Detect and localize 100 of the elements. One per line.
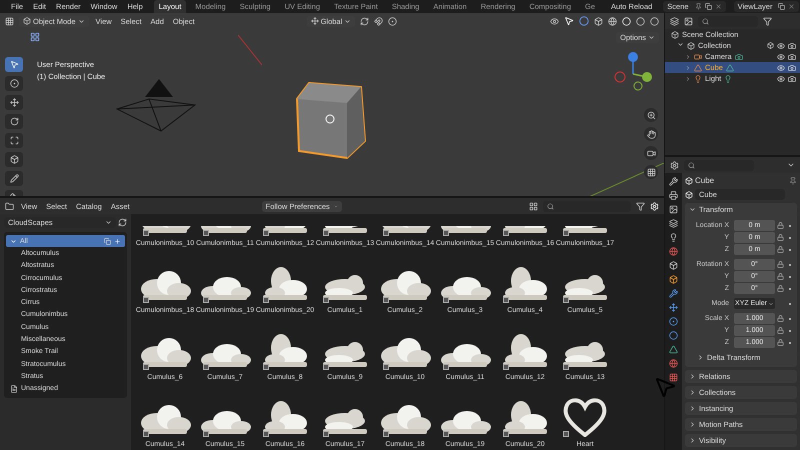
camera-data-icon[interactable] [734,52,743,60]
refresh-icon[interactable] [118,218,127,227]
modifier-tab-icon[interactable] [669,289,678,298]
rendered-shading-icon[interactable] [650,16,659,26]
grid-icon[interactable] [646,168,656,176]
lock-icon[interactable] [777,273,784,280]
material-shading-icon[interactable] [636,16,645,26]
zoom-icon[interactable] [646,110,656,120]
wireframe-shading-icon[interactable] [608,16,617,26]
proportional-icon[interactable] [388,16,398,26]
x-axis-line [238,35,262,65]
mouse-pointer-icon [653,375,677,399]
annotate-tool-icon[interactable] [10,174,18,183]
scale-tool-icon[interactable] [10,136,18,145]
lock-icon[interactable] [777,315,784,322]
selection-mode-icon[interactable] [30,32,40,42]
lock-icon[interactable] [777,222,784,229]
render-icon[interactable] [788,52,796,60]
render-tab-icon[interactable] [669,191,678,200]
cursor-tool-icon[interactable] [10,79,18,88]
rotate-tool-icon[interactable] [10,117,18,126]
object-tab-icon[interactable] [669,275,678,284]
render-icon[interactable] [788,64,796,72]
editor-type-icon[interactable] [5,16,14,26]
eye-icon[interactable] [777,52,785,60]
light-data-icon[interactable] [724,74,732,82]
object-type-icon [143,364,149,370]
camera-icon[interactable] [694,52,702,60]
editor-type-icon[interactable] [5,202,14,210]
object-icon[interactable] [23,17,31,25]
editor-type-icon[interactable] [670,16,679,26]
view-layer-tab-icon[interactable] [669,219,678,228]
filter-icon[interactable] [763,16,772,26]
mesh-icon[interactable] [694,64,702,72]
pivot-icon[interactable] [360,16,370,26]
overlay-icon[interactable] [579,16,589,26]
object-type-icon [323,431,329,437]
world-tab-icon[interactable] [669,247,678,256]
pin-icon[interactable] [789,176,797,184]
lock-icon[interactable] [777,327,784,334]
editor-type-icon[interactable] [670,160,679,170]
close-icon[interactable] [788,3,796,10]
chevron-icon[interactable] [648,34,655,40]
transform-tool-icon[interactable] [10,155,18,164]
search-field[interactable] [543,200,631,212]
camera-view-icon[interactable] [646,148,656,158]
material-tab-icon[interactable] [669,359,678,368]
display-mode-icon[interactable] [684,16,693,26]
eye-icon[interactable] [777,42,785,50]
mesh-data-icon[interactable] [726,64,734,72]
constraints-tab-icon[interactable] [669,331,678,340]
data-tab-icon[interactable] [669,345,678,354]
visibility-icon[interactable] [550,16,559,26]
move-tool-icon[interactable] [10,98,18,107]
gizmo-toggle-icon[interactable] [564,16,574,26]
filter-icon[interactable] [636,202,645,210]
xray-icon[interactable] [594,16,603,26]
collection-icon [671,30,679,38]
tool-tab-icon[interactable] [669,177,678,186]
collection-tab-icon[interactable] [669,261,678,270]
new-catalog-icon[interactable] [104,238,111,245]
eye-icon[interactable] [777,64,785,72]
texture-tab-icon[interactable] [669,373,678,382]
lock-icon[interactable] [777,234,784,241]
close-icon[interactable] [714,3,722,10]
lock-icon[interactable] [777,339,784,346]
object-type-icon [503,230,509,236]
copy-icon[interactable] [704,3,712,10]
copy-icon[interactable] [778,3,786,10]
select-tool-icon[interactable] [10,60,18,69]
lock-icon[interactable] [777,285,784,292]
object-type-icon [563,297,569,303]
display-mode-icon[interactable] [529,202,538,210]
eye-icon[interactable] [777,74,785,82]
physics-tab-icon[interactable] [669,317,678,326]
render-icon[interactable] [788,42,796,50]
outliner-search-field[interactable] [698,16,758,26]
lock-icon[interactable] [777,246,784,253]
solid-shading-icon[interactable] [622,16,631,26]
chevron-icon[interactable] [78,18,85,24]
chevron-icon[interactable] [105,219,112,226]
pan-hand-icon[interactable] [646,130,656,138]
chevron-icon[interactable] [344,18,352,24]
dropdown-icon[interactable] [787,161,795,169]
settings-icon[interactable] [650,202,659,210]
lock-icon[interactable] [777,261,784,268]
particles-tab-icon[interactable] [669,303,678,312]
output-tab-icon[interactable] [669,205,678,214]
snap-icon[interactable] [374,16,384,26]
object-title: Cube [695,176,714,185]
cube-drawing[interactable] [295,81,369,161]
pin-icon[interactable] [694,3,702,10]
scene-tab-icon[interactable] [669,233,678,242]
checkbox-icon[interactable] [767,42,774,49]
add-icon[interactable] [114,238,121,245]
light-icon[interactable] [694,74,702,82]
properties-search-field[interactable] [684,160,754,170]
render-icon[interactable] [788,74,796,82]
object-type-icon [323,297,329,303]
axes-icon[interactable] [310,17,319,25]
